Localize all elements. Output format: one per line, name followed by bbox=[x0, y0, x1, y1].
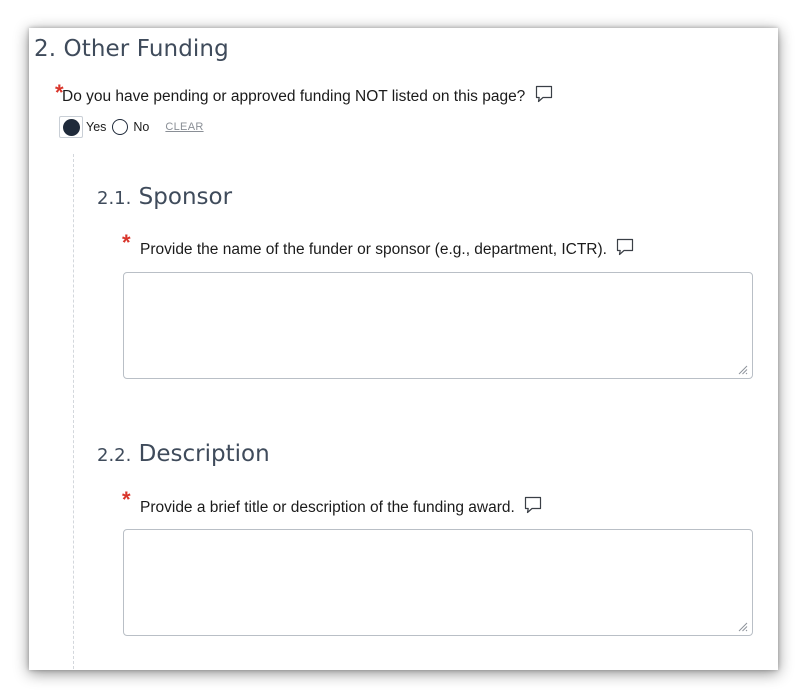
sponsor-heading: 2.1. Sponsor bbox=[97, 184, 232, 210]
sponsor-question-text: Provide the name of the funder or sponso… bbox=[140, 241, 607, 258]
funding-radio-group: Yes No CLEAR bbox=[59, 116, 204, 138]
radio-no-label[interactable]: No bbox=[133, 120, 149, 134]
sponsor-textarea[interactable] bbox=[123, 272, 753, 379]
section-title: 2. Other Funding bbox=[34, 36, 229, 62]
radio-yes-label[interactable]: Yes bbox=[86, 120, 106, 134]
comment-bubble-icon[interactable] bbox=[534, 84, 554, 109]
clear-link[interactable]: CLEAR bbox=[165, 121, 203, 133]
nested-section-rail bbox=[73, 154, 74, 670]
radio-no[interactable] bbox=[112, 119, 129, 135]
description-heading: 2.2. Description bbox=[97, 441, 270, 467]
description-question: Provide a brief title or description of … bbox=[140, 495, 543, 520]
radio-yes[interactable] bbox=[59, 116, 83, 138]
required-asterisk: * bbox=[122, 487, 131, 512]
resize-grip-icon[interactable] bbox=[736, 620, 748, 632]
description-title: Description bbox=[138, 441, 270, 467]
description-question-text: Provide a brief title or description of … bbox=[140, 499, 515, 516]
sponsor-question: Provide the name of the funder or sponso… bbox=[140, 237, 635, 262]
comment-bubble-icon[interactable] bbox=[523, 495, 543, 520]
funding-form-card: 2. Other Funding * Do you have pending o… bbox=[29, 28, 778, 670]
sponsor-number: 2.1. bbox=[97, 188, 132, 209]
resize-grip-icon[interactable] bbox=[736, 363, 748, 375]
comment-bubble-icon[interactable] bbox=[615, 237, 635, 262]
required-asterisk: * bbox=[122, 230, 131, 255]
description-textarea[interactable] bbox=[123, 529, 753, 636]
other-funding-question: Do you have pending or approved funding … bbox=[62, 84, 554, 109]
other-funding-question-text: Do you have pending or approved funding … bbox=[62, 88, 526, 105]
sponsor-title: Sponsor bbox=[138, 184, 233, 210]
description-number: 2.2. bbox=[97, 445, 132, 466]
radio-yes-selected-dot bbox=[62, 118, 80, 136]
